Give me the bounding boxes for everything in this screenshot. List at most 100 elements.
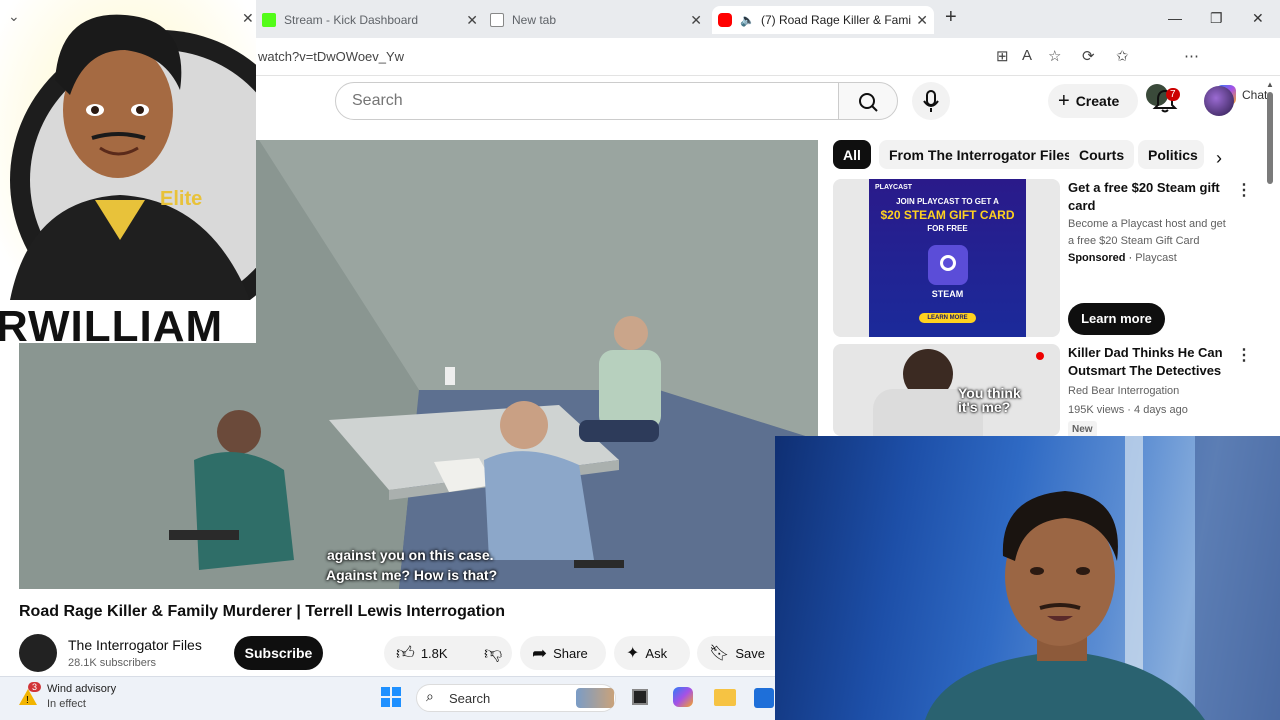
page-scrollbar[interactable]: ▲ (1266, 80, 1274, 190)
webcam-person (925, 436, 1280, 720)
close-tab-icon[interactable]: ✕ (916, 12, 928, 29)
chip-all[interactable]: All (833, 140, 871, 169)
favorite-icon[interactable]: ☆ (1048, 47, 1061, 65)
rec-views-age: 195K views · 4 days ago (1068, 404, 1188, 416)
file-explorer-icon[interactable] (714, 689, 736, 706)
person-suspect (217, 410, 261, 454)
youtube-icon (718, 13, 732, 27)
kick-icon (262, 13, 276, 27)
channel-name[interactable]: The Interrogator Files (68, 637, 202, 653)
create-button[interactable]: + Create (1048, 84, 1138, 118)
tab-title: New tab (512, 13, 557, 27)
sparkle-icon: ✦ (626, 645, 640, 662)
close-tab-icon[interactable]: ✕ (690, 12, 702, 29)
split-screen-icon[interactable]: ⊞ (996, 47, 1009, 65)
channel-avatar[interactable] (19, 634, 57, 672)
like-count: 1.8K (420, 645, 448, 661)
ask-button[interactable]: ✦ Ask (614, 636, 690, 670)
video-thumbnail[interactable]: You think it's me? (833, 344, 1060, 436)
tab-new-tab[interactable]: New tab ✕ (490, 6, 708, 34)
tab-title: Stream - Kick Dashboard (284, 13, 419, 27)
read-aloud-icon[interactable]: A (1022, 47, 1032, 64)
save-button[interactable]: 🔖︎ Save (697, 636, 775, 670)
account-avatar[interactable] (1204, 86, 1234, 116)
svg-text:!: ! (26, 695, 29, 706)
chevron-right-icon[interactable]: › (1216, 148, 1222, 169)
maximize-button[interactable]: ❐ (1210, 10, 1223, 27)
dislike-button[interactable]: 👎︎ (478, 636, 512, 670)
url-text[interactable]: watch?v=tDwOWoev_Yw (258, 49, 404, 64)
chip-from-channel[interactable]: From The Interrogator Files (879, 140, 1082, 169)
create-label: Create (1075, 93, 1120, 109)
ad-learn-more: LEARN MORE (919, 313, 976, 323)
ad-line-3: FOR FREE (927, 224, 968, 233)
ad-line-1: JOIN PLAYCAST TO GET A (896, 197, 999, 206)
voice-search-button[interactable] (912, 82, 950, 120)
copilot-icon[interactable] (673, 687, 693, 707)
streamer-cartoon-avatar (0, 0, 256, 343)
speaker-icon[interactable]: 🔈 (740, 13, 755, 27)
subscribe-button[interactable]: Subscribe (234, 636, 323, 670)
favorites-icon[interactable]: ✩ (1116, 47, 1129, 65)
search-input[interactable]: Search (335, 82, 839, 120)
advertiser-name: Playcast (1135, 252, 1177, 264)
learn-more-button[interactable]: Learn more (1068, 303, 1165, 335)
webcam-overlay (775, 436, 1280, 720)
search-icon: ⌕ (426, 688, 434, 704)
rec-channel[interactable]: Red Bear Interrogation (1068, 383, 1179, 400)
ad-steam-label: STEAM (931, 289, 964, 299)
close-tab-icon[interactable]: ✕ (466, 12, 478, 29)
close-window-button[interactable]: ✕ (1252, 10, 1264, 27)
taskbar-search-label: Search (449, 691, 491, 706)
weather-title[interactable]: Wind advisory (47, 683, 116, 695)
minimize-button[interactable]: — (1168, 10, 1182, 26)
rec-dot-icon (1036, 352, 1044, 360)
more-options-icon[interactable]: ⋯ (1184, 47, 1199, 65)
steam-logo-icon (927, 245, 968, 285)
chip-politics[interactable]: Politics (1138, 140, 1204, 169)
scrollbar-thumb[interactable] (1267, 92, 1273, 184)
more-actions-icon[interactable]: ⋮ (1236, 180, 1252, 200)
weather-subtitle: In effect (47, 698, 86, 710)
sponsored-label: Sponsored (1068, 252, 1126, 264)
person-detective-front (500, 401, 548, 449)
search-highlight-icon (576, 688, 614, 708)
windows-start-icon[interactable] (381, 687, 401, 707)
close-tab-icon[interactable]: ✕ (242, 10, 254, 27)
search-icon (859, 93, 878, 112)
chip-courts[interactable]: Courts (1069, 140, 1135, 169)
store-icon[interactable] (754, 688, 774, 708)
wall-outlet (445, 367, 455, 385)
extensions-icon[interactable]: ⟳ (1082, 47, 1095, 65)
new-tab-button[interactable]: + (945, 6, 957, 29)
thumbs-down-icon: 👎︎ (484, 643, 503, 663)
jersey-text: Elite (160, 188, 203, 210)
share-button[interactable]: ➦ Share (520, 636, 606, 670)
ad-thumbnail[interactable]: PLAYCAST JOIN PLAYCAST TO GET A $20 STEA… (833, 179, 1060, 337)
like-button[interactable]: 👍︎ 1.8K (384, 636, 478, 670)
microphone-icon (923, 90, 939, 112)
ask-label: Ask (645, 645, 668, 661)
notification-count-badge: 7 (1166, 88, 1180, 101)
task-view-icon[interactable] (632, 689, 648, 705)
ad-title[interactable]: Get a free $20 Steam gift card (1068, 179, 1228, 215)
rec-title[interactable]: Killer Dad Thinks He Can Outsmart The De… (1068, 344, 1228, 380)
tab-youtube-video[interactable]: 🔈 (7) Road Rage Killer & Family ✕ (712, 6, 934, 34)
caption-line-1: against you on this case. (327, 547, 494, 563)
share-label: Share (553, 645, 588, 661)
chat-label[interactable]: Chat (1242, 88, 1267, 102)
more-actions-icon[interactable]: ⋮ (1236, 345, 1252, 365)
ad-line-2: $20 STEAM GIFT CARD (880, 208, 1015, 222)
tab-list-chevron-icon[interactable]: ⌄ (8, 8, 20, 25)
ad-description: Become a Playcast host and get a free $2… (1068, 218, 1226, 247)
streamer-avatar-overlay: Elite RWILLIAM (0, 0, 256, 343)
search-button[interactable] (838, 82, 898, 120)
weather-alert-badge: 3 (28, 682, 42, 692)
plus-icon: + (1058, 89, 1070, 112)
tab-kick-dashboard[interactable]: Stream - Kick Dashboard ✕ (262, 6, 484, 34)
subscriber-count: 28.1K subscribers (68, 657, 157, 669)
ad-brand: PLAYCAST (875, 184, 913, 191)
scroll-up-icon[interactable]: ▲ (1266, 80, 1274, 89)
caption-line-2: Against me? How is that? (326, 567, 498, 583)
person-detective-back (614, 316, 648, 350)
